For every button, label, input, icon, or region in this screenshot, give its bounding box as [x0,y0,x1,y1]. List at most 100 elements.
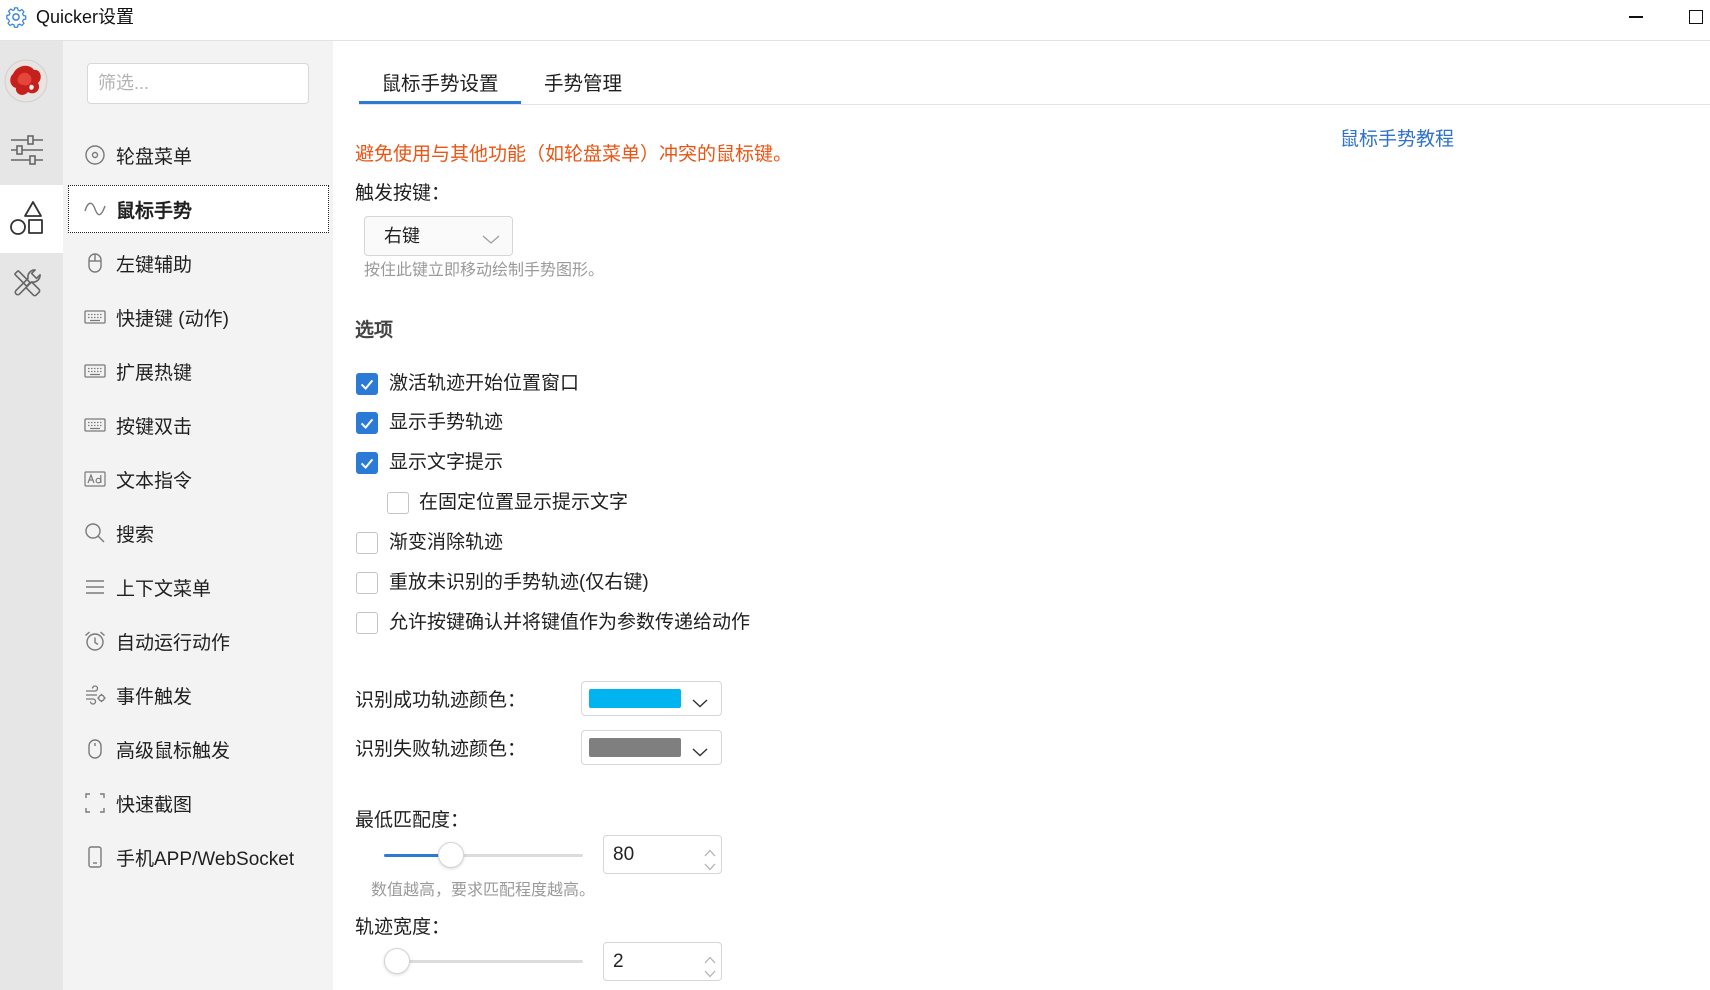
keyboard-icon [84,360,106,382]
trigger-key-label: 触发按键： [355,183,451,204]
fail-color-label: 识别失败轨迹颜色： [355,739,527,760]
success-color-label: 识别成功轨迹颜色： [355,690,527,711]
tab-gesture-management[interactable]: 手势管理 [521,58,645,104]
option-replay-unrecognized[interactable]: 重放未识别的手势轨迹(仅右键) [355,571,1075,595]
window-title: Quicker设置 [36,7,135,27]
filter-input[interactable] [87,63,309,104]
sidebar-item-advanced-mouse[interactable]: 高级鼠标触发 [68,725,329,773]
maximize-icon [1689,10,1703,24]
spin-up-icon[interactable] [704,951,716,964]
sidebar-item-auto-run[interactable]: 自动运行动作 [68,617,329,665]
gesture-wave-icon [84,198,106,220]
tab-gesture-settings[interactable]: 鼠标手势设置 [359,58,521,104]
trigger-key-value: 右键 [384,226,420,246]
wheel-menu-icon [84,144,106,166]
sidebar: 轮盘菜单 鼠标手势 左键辅助 快捷键 (动作) 扩展热键 按键双击 [63,41,333,990]
search-icon [84,522,106,544]
sidebar-item-mouse-gesture[interactable]: 鼠标手势 [68,185,329,233]
sidebar-item-extended-hotkey[interactable]: 扩展热键 [68,347,329,395]
sidebar-item-mobile-app[interactable]: 手机APP/WebSocket [68,833,329,881]
trigger-key-hint: 按住此键立即移动绘制手势图形。 [364,262,605,279]
stroke-width-value: 2 [613,951,624,972]
option-label: 在固定位置显示提示文字 [419,492,629,513]
main-panel: 鼠标手势设置 手势管理 避免使用与其他功能（如轮盘菜单）冲突的鼠标键。 鼠标手势… [333,41,1710,990]
checkbox[interactable] [356,452,378,474]
sliders-icon[interactable] [9,132,45,168]
spin-down-icon[interactable] [704,858,716,871]
sidebar-item-label: 扩展热键 [116,362,193,384]
sidebar-item-wheel-menu[interactable]: 轮盘菜单 [68,131,329,179]
option-label: 重放未识别的手势轨迹(仅右键) [389,572,649,593]
min-match-label: 最低匹配度： [355,810,470,831]
slider-thumb[interactable] [384,948,410,974]
trigger-key-select[interactable]: 右键 [364,216,513,256]
option-label: 显示手势轨迹 [389,412,504,433]
sidebar-item-search[interactable]: 搜索 [68,509,329,557]
sidebar-item-left-click-assist[interactable]: 左键辅助 [68,239,329,287]
mouse-icon [84,738,106,760]
option-activate-start-window[interactable]: 激活轨迹开始位置窗口 [355,372,1075,396]
stroke-width-label: 轨迹宽度： [355,917,451,938]
menu-lines-icon [84,576,106,598]
alarm-clock-icon [84,630,106,652]
shapes-icon[interactable] [9,200,45,236]
min-match-input[interactable]: 80 [603,835,722,874]
checkbox[interactable] [356,612,378,634]
slider-thumb[interactable] [437,842,464,868]
screenshot-icon [84,792,106,814]
fail-color-swatch [589,738,681,757]
avatar[interactable] [4,59,48,103]
spin-down-icon[interactable] [704,965,716,978]
checkbox[interactable] [356,572,378,594]
option-key-confirm-pass-param[interactable]: 允许按键确认并将键值作为参数传递给动作 [355,611,1075,635]
gesture-tutorial-link[interactable]: 鼠标手势教程 [1340,128,1454,152]
mouse-left-icon [84,252,106,274]
option-show-text-tip[interactable]: 显示文字提示 [355,451,1075,475]
maximize-button[interactable] [1672,0,1710,40]
sidebar-item-label: 事件触发 [116,686,193,708]
option-label: 渐变消除轨迹 [389,532,504,553]
sidebar-item-label: 快捷键 (动作) [116,308,229,330]
option-fixed-position-tip[interactable]: 在固定位置显示提示文字 [355,491,1075,515]
sidebar-item-label: 高级鼠标触发 [116,740,231,762]
checkbox[interactable] [356,373,378,395]
event-wind-icon [84,684,106,706]
sidebar-item-context-menu[interactable]: 上下文菜单 [68,563,329,611]
nav-rail [0,41,63,990]
success-color-picker[interactable] [581,681,722,716]
tools-icon[interactable] [9,265,45,301]
options-heading: 选项 [355,320,394,341]
sidebar-item-double-press[interactable]: 按键双击 [68,401,329,449]
keyboard-icon [84,414,106,436]
spin-up-icon[interactable] [704,844,716,857]
tab-divider [359,104,1710,105]
chevron-down-icon [692,744,708,762]
sidebar-item-label: 按键双击 [116,416,193,438]
fail-color-picker[interactable] [581,730,722,765]
sidebar-item-label: 手机APP/WebSocket [116,848,295,870]
text-ad-icon [84,468,106,490]
option-label: 显示文字提示 [389,452,504,473]
chevron-down-icon [692,695,708,713]
minimize-button[interactable] [1612,0,1660,40]
stroke-width-input[interactable]: 2 [603,942,722,981]
checkbox[interactable] [356,412,378,434]
min-match-slider[interactable] [384,842,583,868]
sidebar-item-label: 快速截图 [116,794,193,816]
option-label: 允许按键确认并将键值作为参数传递给动作 [389,612,751,633]
sidebar-item-label: 搜索 [116,524,155,546]
conflict-warning: 避免使用与其他功能（如轮盘菜单）冲突的鼠标键。 [355,144,793,165]
sidebar-item-hotkey-action[interactable]: 快捷键 (动作) [68,293,329,341]
sidebar-item-label: 文本指令 [116,470,193,492]
option-show-trail[interactable]: 显示手势轨迹 [355,411,1075,435]
phone-icon [84,846,106,868]
stroke-width-slider[interactable] [384,948,583,974]
sidebar-item-label: 上下文菜单 [116,578,212,600]
checkbox[interactable] [387,492,409,514]
slider-track [384,960,583,963]
option-fade-trail[interactable]: 渐变消除轨迹 [355,531,1075,555]
sidebar-item-text-command[interactable]: 文本指令 [68,455,329,503]
checkbox[interactable] [356,532,378,554]
sidebar-item-screenshot[interactable]: 快速截图 [68,779,329,827]
sidebar-item-event-trigger[interactable]: 事件触发 [68,671,329,719]
